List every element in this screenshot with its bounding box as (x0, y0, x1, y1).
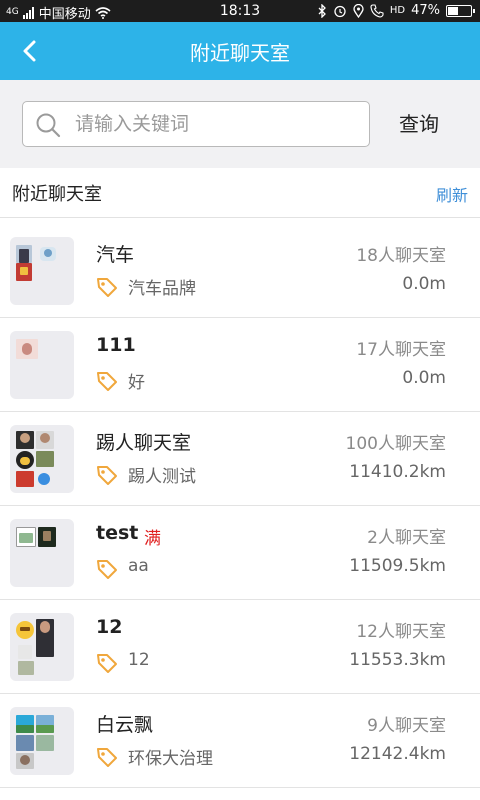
search-icon (36, 113, 61, 138)
room-member-count: 2人聊天室 (367, 528, 446, 548)
bluetooth-icon (318, 3, 326, 18)
battery-icon (446, 4, 475, 17)
section-title: 附近聊天室 (12, 184, 102, 205)
tag-icon (97, 278, 117, 297)
location-icon (353, 3, 364, 18)
room-description: 踢人测试 (128, 467, 196, 487)
tag-icon (97, 560, 117, 579)
tag-icon (97, 372, 117, 391)
battery-percent: 47% (411, 3, 440, 18)
room-description: 好 (128, 373, 145, 393)
search-bar: 查询 (0, 80, 480, 168)
room-description: 环保大治理 (128, 749, 213, 769)
hd-call-icon (370, 3, 384, 18)
room-list: 汽车 汽车品牌 18人聊天室 0.0m 111 好 17人聊天室 0.0m 踢人… (0, 224, 480, 788)
room-description: 12 (128, 650, 150, 670)
tag-icon (97, 748, 117, 767)
search-box[interactable] (22, 101, 370, 147)
room-name: 12 (96, 616, 123, 638)
room-distance: 0.0m (402, 274, 446, 294)
room-member-count: 17人聊天室 (356, 340, 446, 360)
room-item[interactable]: 汽车 汽车品牌 18人聊天室 0.0m (0, 224, 480, 318)
room-item[interactable]: 111 好 17人聊天室 0.0m (0, 318, 480, 412)
status-bar: 4G 中国移动 18:13 HD 47% (0, 0, 480, 22)
room-name: 白云飘 (96, 714, 154, 736)
room-avatar (10, 331, 74, 399)
room-full-badge: 满 (144, 529, 161, 549)
room-item[interactable]: 踢人聊天室 踢人测试 100人聊天室 11410.2km (0, 412, 480, 506)
room-distance: 12142.4km (349, 744, 446, 764)
room-distance: 11553.3km (349, 650, 446, 670)
room-description: 汽车品牌 (128, 279, 196, 299)
room-avatar (10, 519, 74, 587)
section-header: 附近聊天室 刷新 (0, 168, 480, 218)
room-distance: 0.0m (402, 368, 446, 388)
tag-icon (97, 466, 117, 485)
room-member-count: 9人聊天室 (367, 716, 446, 736)
room-description: aa (128, 556, 149, 576)
room-avatar (10, 707, 74, 775)
page-title: 附近聊天室 (190, 41, 290, 65)
room-item[interactable]: 白云飘 环保大治理 9人聊天室 12142.4km (0, 694, 480, 788)
alarm-icon (334, 5, 346, 17)
room-name: 汽车 (96, 244, 135, 266)
room-item[interactable]: 12 12 12人聊天室 11553.3km (0, 600, 480, 694)
room-item[interactable]: test 满 aa 2人聊天室 11509.5km (0, 506, 480, 600)
room-avatar (10, 613, 74, 681)
search-input[interactable] (75, 110, 355, 138)
room-name: test (96, 522, 139, 544)
room-distance: 11509.5km (349, 556, 446, 576)
room-member-count: 100人聊天室 (345, 434, 446, 454)
room-avatar (10, 237, 74, 305)
tag-icon (97, 654, 117, 673)
title-bar: 附近聊天室 (0, 22, 480, 80)
room-distance: 11410.2km (349, 462, 446, 482)
room-avatar (10, 425, 74, 493)
room-name: 111 (96, 334, 136, 356)
room-name: 踢人聊天室 (96, 432, 192, 454)
hd-label: HD (389, 5, 406, 16)
room-member-count: 12人聊天室 (356, 622, 446, 642)
refresh-button[interactable]: 刷新 (436, 182, 468, 206)
query-button[interactable]: 查询 (386, 101, 452, 147)
room-member-count: 18人聊天室 (356, 246, 446, 266)
